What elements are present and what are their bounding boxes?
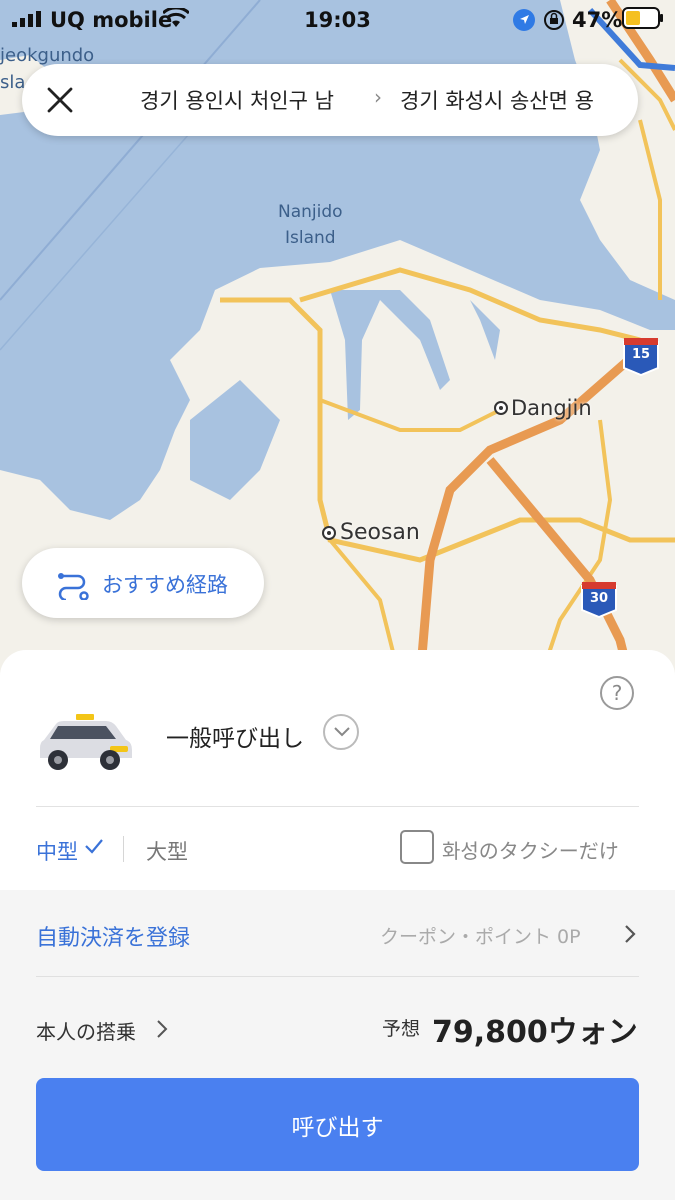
- highway-label-30: 30: [589, 591, 609, 606]
- separator: [123, 836, 124, 862]
- self-ride-option[interactable]: 本人の搭乗: [36, 1016, 136, 1045]
- route-arrow-icon: ›: [374, 85, 382, 109]
- route-icon: [58, 573, 89, 600]
- location-arrow-icon: [513, 9, 535, 31]
- estimated-price: 79,800ウォン: [432, 1015, 638, 1050]
- taxi-icon: [40, 714, 132, 770]
- auto-pay-link[interactable]: 自動決済を登録: [36, 920, 190, 952]
- call-button[interactable]: 呼び出す: [36, 1078, 639, 1171]
- map-label-sla: sla: [0, 72, 26, 93]
- estimate-label: 予想: [382, 1018, 421, 1040]
- local-taxi-label: 화성のタクシーだけ: [442, 839, 619, 863]
- map-label-nanjido: Nanjido: [278, 202, 343, 222]
- check-icon: [85, 839, 103, 854]
- route-bar[interactable]: 경기 용인시 처인구 남 › 경기 화성시 송산면 용: [22, 64, 638, 136]
- close-icon: [47, 87, 73, 113]
- size-option-large[interactable]: 大型: [146, 836, 188, 866]
- divider: [36, 806, 639, 807]
- destination-address[interactable]: 경기 화성시 송산면 용: [400, 85, 618, 115]
- rotation-lock-icon: [544, 10, 564, 30]
- divider: [36, 976, 639, 977]
- origin-address[interactable]: 경기 용인시 처인구 남: [140, 85, 370, 115]
- map-label-dangjin: Dangjin: [511, 396, 592, 420]
- map-label-island: Island: [285, 228, 336, 248]
- chevron-right-icon: [625, 925, 636, 943]
- highway-label-15: 15: [631, 347, 651, 362]
- coupon-points[interactable]: クーポン・ポイント 0P: [380, 922, 581, 949]
- chevron-right-icon: [157, 1020, 168, 1038]
- recommended-route-label: おすすめ経路: [102, 573, 228, 597]
- map-label-jeokgundo: jeokgundo: [0, 45, 95, 66]
- recommended-route-button[interactable]: おすすめ経路: [22, 548, 264, 618]
- map-label-seosan: Seosan: [340, 520, 420, 545]
- battery-percentage: 47%: [572, 8, 623, 32]
- status-bar: UQ mobile 19:03 47%: [0, 0, 675, 40]
- close-button[interactable]: [40, 80, 80, 120]
- help-icon[interactable]: ?: [600, 676, 634, 710]
- call-type-label[interactable]: 一般呼び出し: [166, 719, 304, 753]
- call-type-dropdown[interactable]: [323, 714, 359, 750]
- chevron-down-icon: [334, 727, 350, 737]
- battery-icon: [622, 7, 663, 29]
- bottom-sheet: ? 一般呼び出し 中型 大型 화성のタクシーだけ 自動決済を登録 クーポン・ポイ…: [0, 650, 675, 1200]
- size-option-medium[interactable]: 中型: [36, 836, 78, 866]
- local-taxi-checkbox[interactable]: [400, 830, 434, 864]
